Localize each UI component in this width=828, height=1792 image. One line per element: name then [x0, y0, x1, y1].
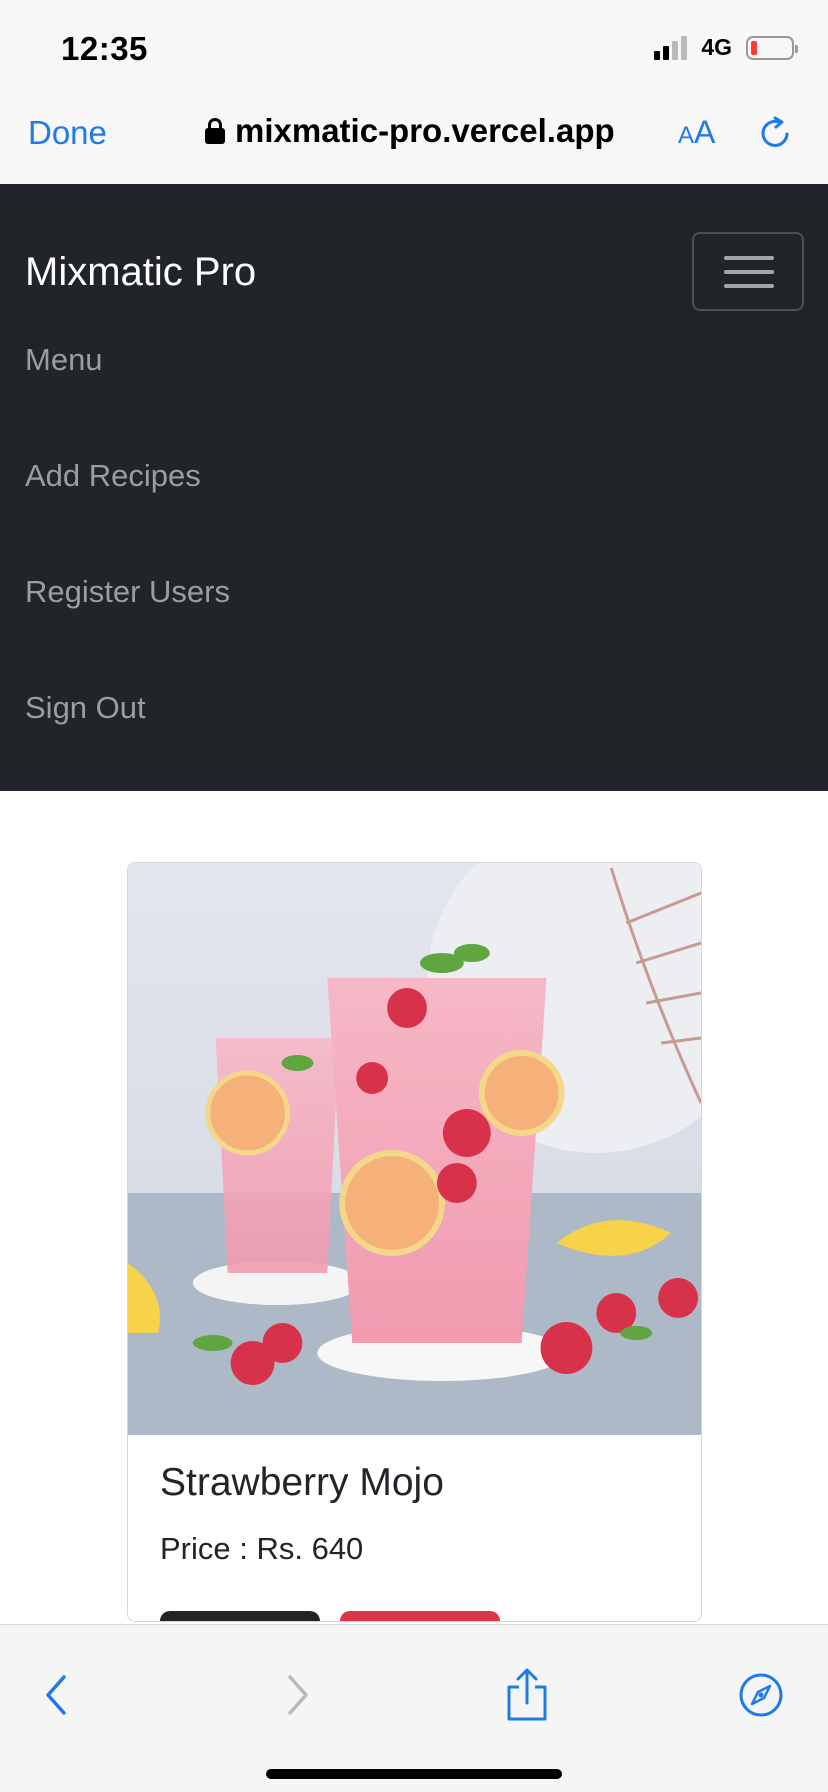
back-icon	[46, 1675, 66, 1715]
nav-link-register-users[interactable]: Register Users	[25, 561, 230, 677]
done-button[interactable]: Done	[28, 114, 107, 152]
forward-button[interactable]	[266, 1665, 326, 1725]
reload-icon[interactable]	[758, 116, 792, 150]
text-size-button[interactable]: AA	[678, 114, 715, 151]
compass-icon	[739, 1673, 783, 1717]
recipe-card: Strawberry Mojo Price : Rs. 640	[127, 862, 702, 1622]
lock-icon	[205, 118, 225, 144]
site-navbar: Mixmatic Pro Menu Add Recipes Register U…	[0, 184, 828, 791]
address-field[interactable]: mixmatic-pro.vercel.app	[205, 112, 615, 150]
card-danger-button[interactable]	[340, 1611, 500, 1621]
browser-url-bar: Done mixmatic-pro.vercel.app AA	[0, 92, 828, 184]
compass-button[interactable]	[731, 1665, 791, 1725]
status-indicators: 4G	[654, 34, 798, 61]
url-text: mixmatic-pro.vercel.app	[235, 112, 615, 149]
back-button[interactable]	[28, 1665, 88, 1725]
cellular-signal-icon	[654, 35, 688, 60]
forward-icon	[288, 1675, 308, 1715]
brand-link[interactable]: Mixmatic Pro	[25, 250, 256, 295]
nav-link-sign-out[interactable]: Sign Out	[25, 677, 230, 793]
nav-links: Menu Add Recipes Register Users Sign Out	[25, 329, 230, 793]
browser-toolbar	[0, 1624, 828, 1792]
card-body: Strawberry Mojo Price : Rs. 640	[160, 1461, 444, 1567]
recipe-price: Price : Rs. 640	[160, 1531, 364, 1566]
recipe-title: Strawberry Mojo	[160, 1461, 444, 1504]
network-type: 4G	[701, 34, 732, 60]
nav-link-menu[interactable]: Menu	[25, 329, 230, 445]
share-icon	[507, 1668, 547, 1721]
share-button[interactable]	[497, 1665, 557, 1725]
battery-level	[751, 40, 757, 55]
status-bar: 12:35 4G	[0, 0, 828, 92]
drink-image	[128, 863, 701, 1435]
home-indicator	[266, 1769, 562, 1779]
status-time: 12:35	[61, 30, 148, 67]
nav-link-add-recipes[interactable]: Add Recipes	[25, 445, 230, 561]
battery-icon	[746, 35, 798, 60]
card-dark-button[interactable]	[160, 1611, 320, 1621]
navbar-toggler-button[interactable]	[692, 232, 804, 311]
